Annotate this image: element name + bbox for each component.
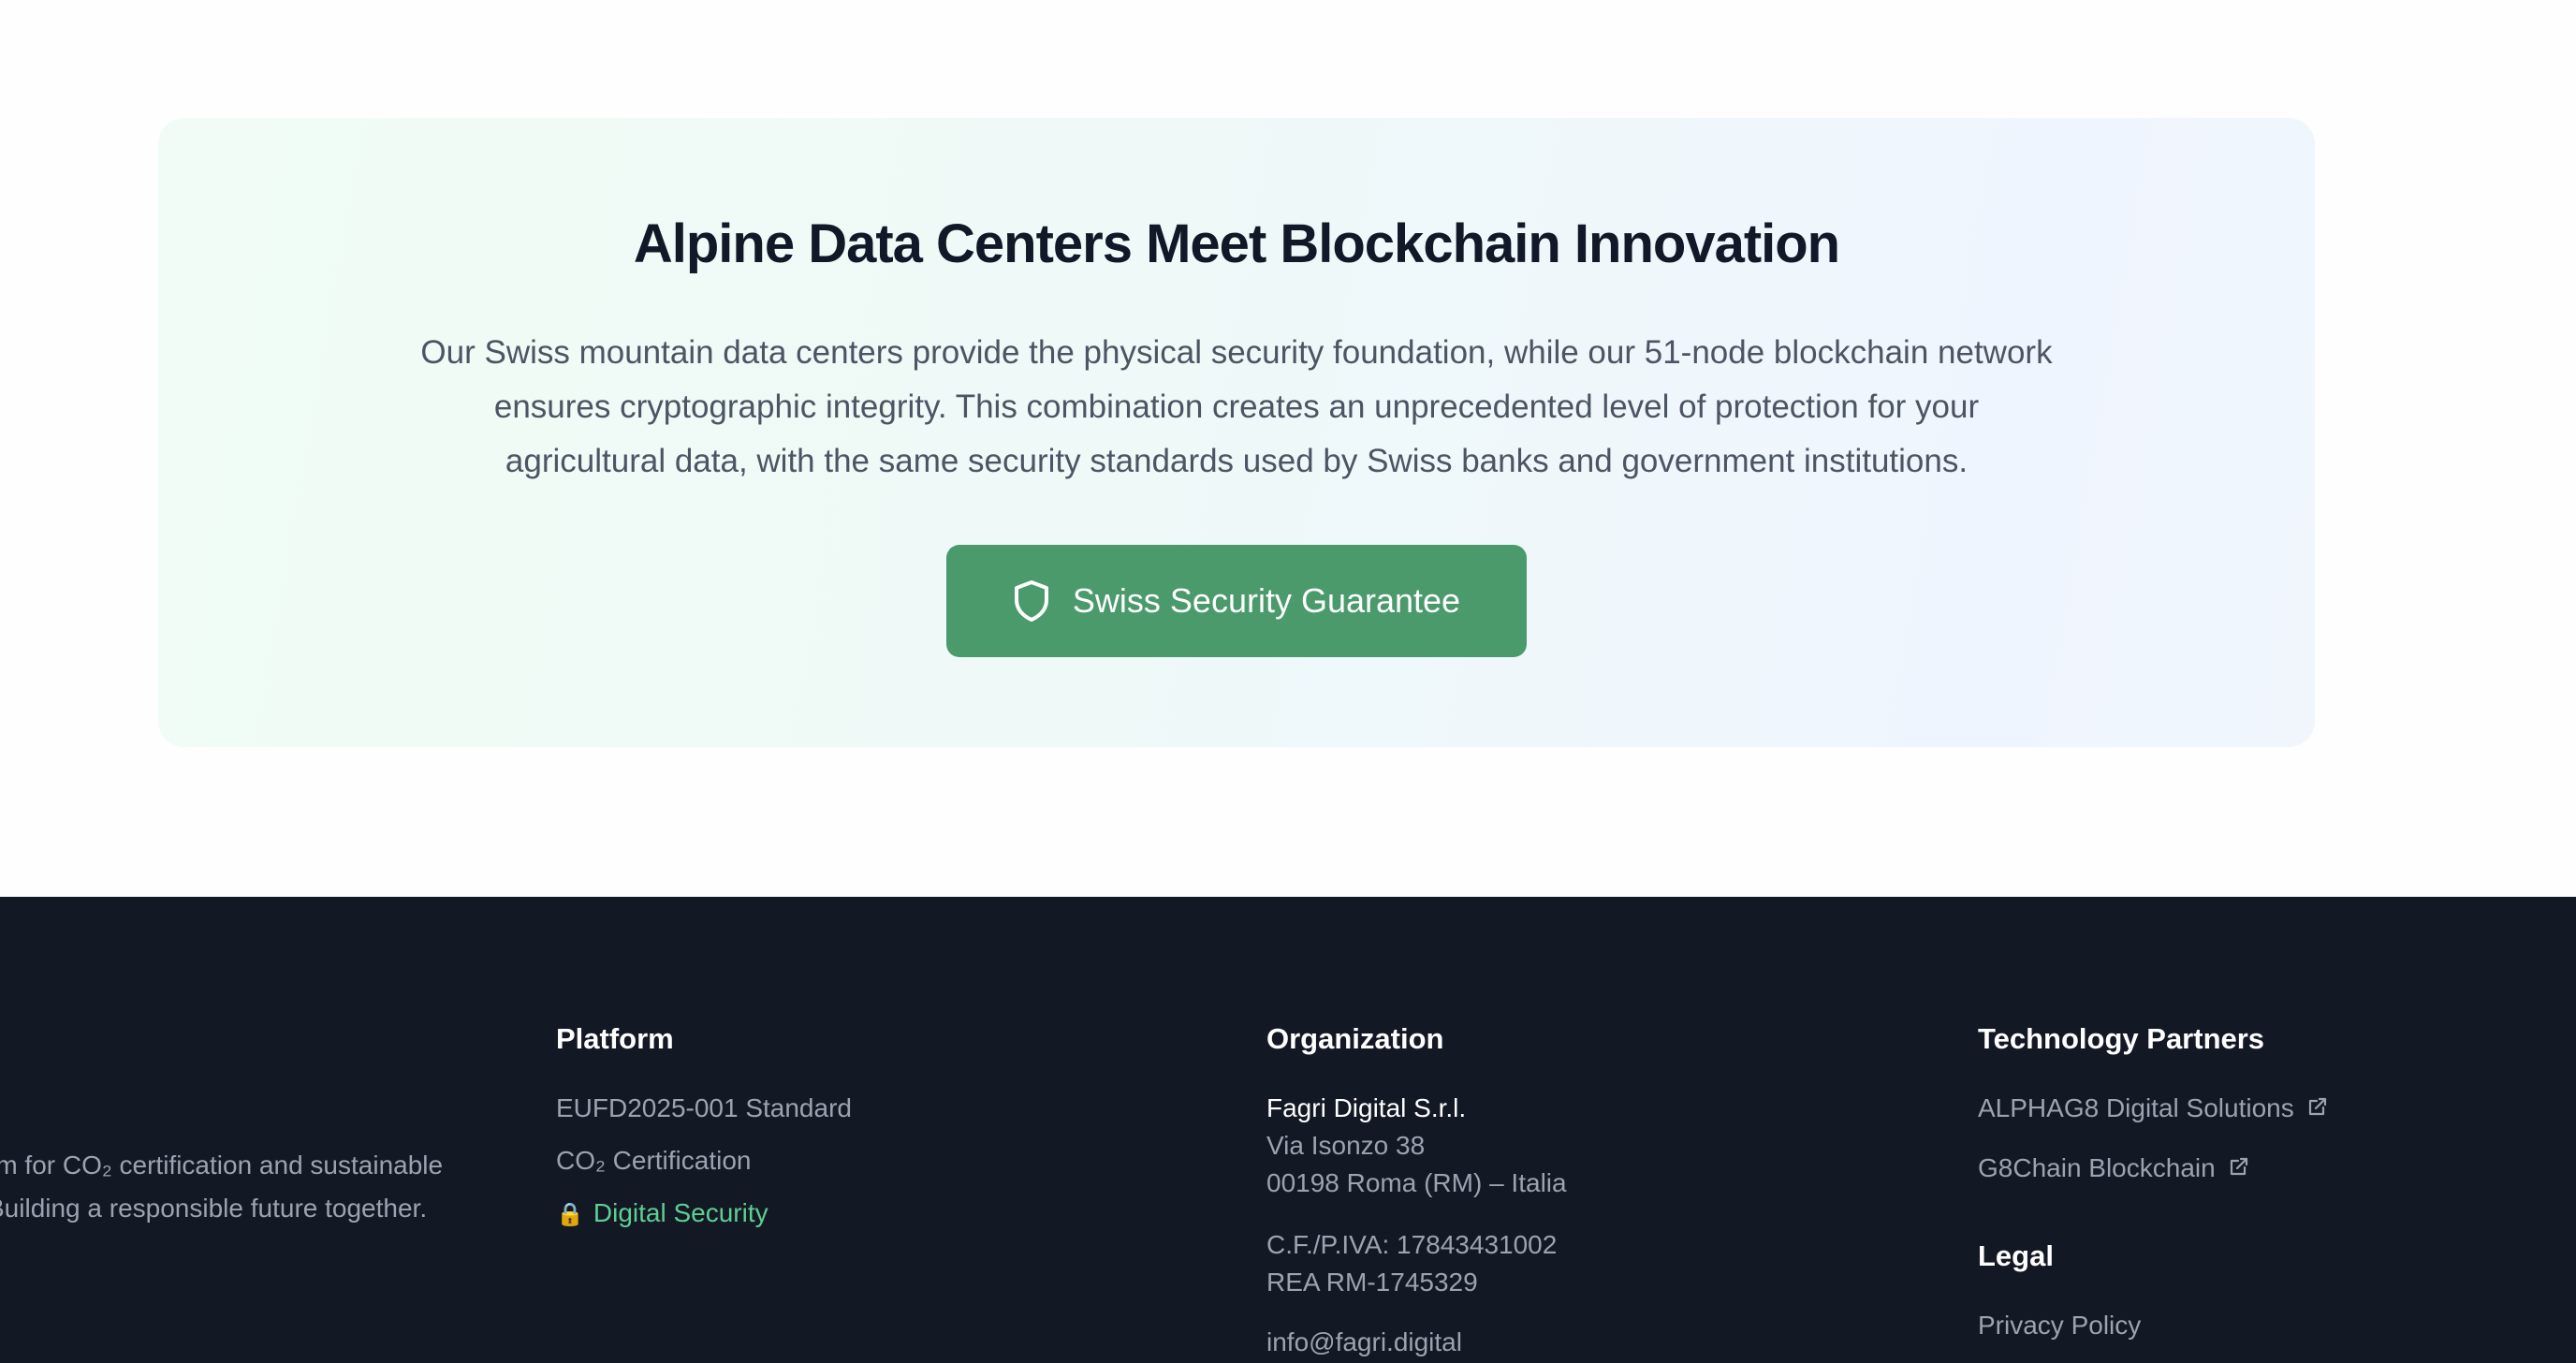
digital-security-label: Digital Security xyxy=(593,1198,768,1227)
footer-brand-description: rm for CO₂ certification and sustainable… xyxy=(0,1144,492,1230)
tax-id: C.F./P.IVA: 17843431002 xyxy=(1266,1230,1558,1259)
partner-link-label: G8Chain Blockchain xyxy=(1978,1153,2216,1182)
rea-number: REA RM-1745329 xyxy=(1266,1268,1478,1297)
external-link-icon xyxy=(2229,1153,2249,1183)
address-line: 00198 Roma (RM) – Italia xyxy=(1266,1168,1567,1197)
page: Alpine Data Centers Meet Blockchain Inno… xyxy=(0,0,2576,1363)
address-line: Via Isonzo 38 xyxy=(1266,1131,1426,1160)
email-link[interactable]: info@fagri.digital xyxy=(1266,1327,1462,1357)
organization-heading: Organization xyxy=(1266,1022,1444,1055)
brand-description-line: rm for CO₂ certification and sustainable xyxy=(0,1150,444,1180)
external-link-icon xyxy=(2307,1093,2328,1123)
hero-card: Alpine Data Centers Meet Blockchain Inno… xyxy=(158,118,2315,747)
hero-title: Alpine Data Centers Meet Blockchain Inno… xyxy=(633,213,1840,274)
footer-link-eufd-standard[interactable]: EUFD2025-001 Standard xyxy=(556,1093,852,1123)
platform-heading: Platform xyxy=(556,1022,674,1055)
partner-link-label: ALPHAG8 Digital Solutions xyxy=(1978,1093,2294,1122)
footer-link-co2-certification[interactable]: CO₂ Certification xyxy=(556,1146,751,1176)
swiss-security-guarantee-button[interactable]: Swiss Security Guarantee xyxy=(946,545,1527,657)
legal-heading: Legal xyxy=(1978,1239,2054,1272)
shield-icon xyxy=(1013,579,1050,623)
footer-link-digital-security[interactable]: 🔒 Digital Security xyxy=(556,1198,768,1228)
partner-link-g8chain[interactable]: G8Chain Blockchain xyxy=(1978,1153,2249,1185)
partner-link-alphag8[interactable]: ALPHAG8 Digital Solutions xyxy=(1978,1093,2328,1125)
technology-partners-heading: Technology Partners xyxy=(1978,1022,2265,1055)
footer: rm for CO₂ certification and sustainable… xyxy=(0,897,2576,1363)
hero-description: Our Swiss mountain data centers provide … xyxy=(420,334,2053,479)
privacy-policy-link[interactable]: Privacy Policy xyxy=(1978,1311,2141,1341)
swiss-security-guarantee-label: Swiss Security Guarantee xyxy=(1072,581,1461,620)
company-name: Fagri Digital S.r.l. xyxy=(1266,1093,1467,1122)
brand-description-line: Building a responsible future together. xyxy=(0,1194,428,1223)
lock-icon: 🔒 xyxy=(556,1202,584,1227)
